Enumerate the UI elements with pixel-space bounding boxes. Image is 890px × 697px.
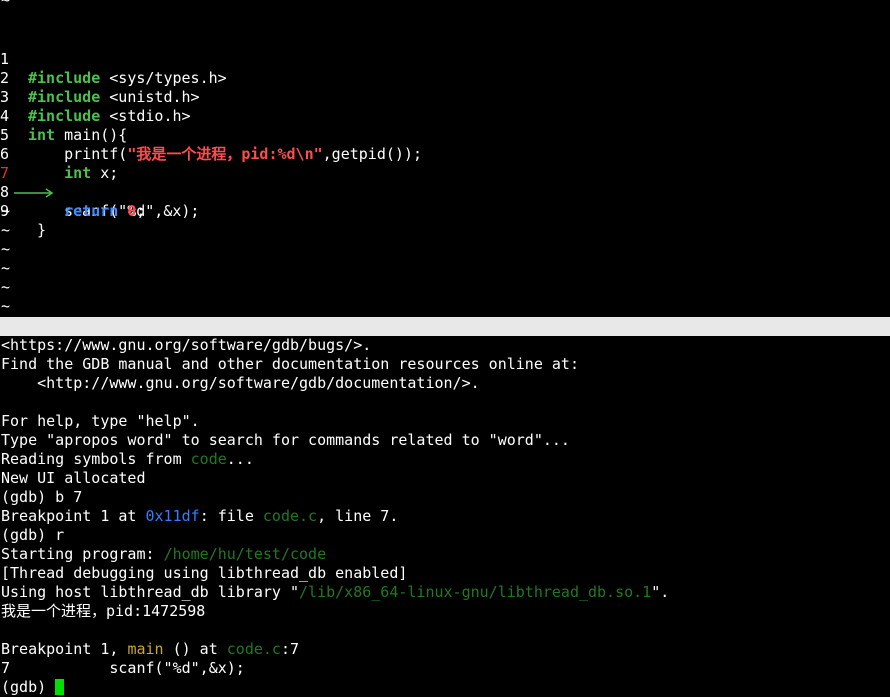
type-keyword: int <box>64 164 92 182</box>
console-text: ". <box>651 583 670 601</box>
console-text: Breakpoint 1, <box>1 640 128 658</box>
preprocessor-directive: #include <box>28 88 101 106</box>
code-text: x; <box>91 164 119 182</box>
console-text: , line 7. <box>317 507 399 525</box>
console-text: ... <box>226 450 254 468</box>
empty-line-marker: ~ <box>1 202 11 220</box>
console-text: Reading symbols from <box>1 450 191 468</box>
console-line: Breakpoint 1, main () at code.c:7 <box>1 640 299 659</box>
source-line-7-current[interactable]: 7 scanf("%d",&x); <box>0 145 199 220</box>
source-line-9[interactable]: 9 } <box>0 183 46 239</box>
empty-line-marker: ~ <box>1 278 11 296</box>
console-line: New UI allocated <box>1 469 146 487</box>
header-name: <unistd.h> <box>100 88 200 106</box>
breakpoint-address: 0x11df <box>145 507 200 525</box>
empty-line-marker: ~ <box>1 221 11 239</box>
command-prompt[interactable]: (gdb) <box>1 678 65 697</box>
console-line: Using host libthread_db library "/lib/x8… <box>1 583 669 602</box>
code-text: ,getpid()); <box>322 145 422 163</box>
source-pane: ~ 1 #include <sys/types.h> 2 #include <u… <box>0 0 890 317</box>
console-text: () at <box>163 640 227 658</box>
source-line-3[interactable]: 3 #include <stdio.h> <box>0 69 191 125</box>
program-output: 我是一个进程，pid:1472598 <box>1 602 206 620</box>
console-line: <http://www.gnu.org/software/gdb/documen… <box>1 374 480 392</box>
console-line: Type "apropos word" to search for comman… <box>1 431 570 449</box>
source-line-1[interactable]: 1 #include <sys/types.h> <box>0 31 227 87</box>
function-name: main <box>127 640 164 658</box>
console-line: Reading symbols from code... <box>1 450 254 469</box>
source-line-4[interactable]: 4 int main(){ <box>0 88 127 144</box>
console-text: :7 <box>280 640 300 658</box>
program-path: /home/hu/test/code <box>163 545 327 563</box>
source-line-2[interactable]: 2 #include <unistd.h> <box>0 50 200 106</box>
code-text: main(){ <box>55 126 128 144</box>
console-text: scanf("%d",&x); <box>10 659 245 677</box>
source-line-8[interactable]: 8 return 0; <box>0 164 145 220</box>
console-command: (gdb) b 7 <box>1 488 83 506</box>
file-name: code.c <box>226 640 281 658</box>
code-text: printf( <box>28 145 128 163</box>
header-name: <sys/types.h> <box>100 69 227 87</box>
code-text: } <box>28 221 47 239</box>
source-line-6[interactable]: 6 int x; <box>0 126 118 182</box>
console-text: Starting program: <box>1 545 164 563</box>
console-text: Using host libthread_db library " <box>1 583 300 601</box>
preprocessor-directive: #include <box>28 69 101 87</box>
empty-line-marker: ~ <box>1 259 11 277</box>
header-name: <stdio.h> <box>100 107 191 125</box>
empty-line-marker: ~ <box>1 0 11 9</box>
console-line: Starting program: /home/hu/test/code <box>1 545 326 564</box>
console-command: (gdb) r <box>1 526 65 544</box>
source-line-5[interactable]: 5 printf("我是一个进程，pid:%d\n",getpid()); <box>0 107 422 163</box>
preprocessor-directive: #include <box>28 107 101 125</box>
file-name: code.c <box>262 507 318 525</box>
console-line: 7 scanf("%d",&x); <box>1 659 245 678</box>
source-file-status-bar: /home/hu/test/code.c <box>0 317 890 354</box>
string-literal: "我是一个进程，pid:%d\n" <box>127 145 323 163</box>
console-line: For help, type "help". <box>1 412 200 430</box>
empty-line-marker: ~ <box>1 297 11 315</box>
line-number: 7 <box>1 659 11 677</box>
library-path: /lib/x86_64-linux-gnu/libthread_db.so.1 <box>299 583 652 601</box>
console-line: [Thread debugging using libthread_db ena… <box>1 564 408 582</box>
code-text: ; <box>136 202 146 220</box>
console-line: <https://www.gnu.org/software/gdb/bugs/>… <box>1 336 372 354</box>
program-name: code <box>190 450 227 468</box>
console-line: Find the GDB manual and other documentat… <box>1 355 579 373</box>
gdb-console[interactable]: <https://www.gnu.org/software/gdb/bugs/>… <box>0 336 890 697</box>
console-line: Breakpoint 1 at 0x11df: file code.c, lin… <box>1 507 398 526</box>
console-text: Breakpoint 1 at <box>1 507 146 525</box>
return-keyword: return <box>64 202 119 220</box>
console-text: : file <box>199 507 263 525</box>
empty-line-marker: ~ <box>1 240 11 258</box>
text-cursor[interactable] <box>55 679 65 695</box>
prompt-text: (gdb) <box>1 678 56 696</box>
